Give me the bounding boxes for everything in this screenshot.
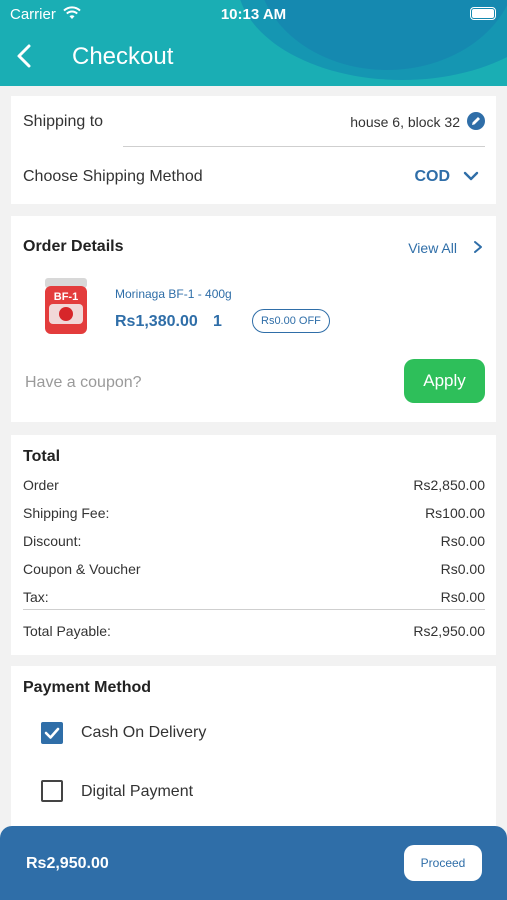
product-brand-text: BF-1 — [54, 291, 78, 303]
total-row-coupon: Coupon & Voucher Rs0.00 — [23, 561, 485, 577]
total-row-label: Coupon & Voucher — [23, 561, 141, 577]
total-row-label: Order — [23, 477, 59, 493]
shipping-method-value[interactable]: COD — [414, 168, 450, 186]
total-row-value: Rs2,850.00 — [413, 477, 485, 493]
total-row-value: Rs100.00 — [425, 505, 485, 521]
total-payable-label: Total Payable: — [23, 623, 111, 639]
footer-total: Rs2,950.00 — [26, 855, 109, 872]
totals-title: Total — [23, 448, 61, 465]
coupon-input[interactable] — [25, 368, 385, 398]
product-quantity: 1 — [213, 313, 222, 330]
page-title: Checkout — [72, 43, 174, 70]
header-bar: Carrier 10:13 AM Checkout — [0, 0, 507, 86]
checkbox-checked-icon[interactable] — [41, 722, 63, 744]
shipping-to-label: Shipping to — [23, 113, 104, 130]
back-arrow-icon[interactable] — [14, 43, 36, 69]
chevron-down-icon[interactable] — [463, 170, 479, 182]
apply-coupon-button[interactable]: Apply — [404, 359, 485, 403]
product-name[interactable]: Morinaga BF-1 - 400g — [115, 287, 232, 301]
payment-method-title: Payment Method — [23, 679, 152, 696]
total-payable-row: Total Payable: Rs2,950.00 — [23, 623, 485, 639]
battery-icon — [470, 7, 496, 20]
clock: 10:13 AM — [220, 6, 287, 23]
shipping-method-label: Choose Shipping Method — [23, 168, 203, 185]
payment-method-card: Payment Method Cash On Delivery Digital … — [11, 666, 496, 841]
proceed-button[interactable]: Proceed — [404, 845, 482, 881]
total-row-tax: Tax: Rs0.00 — [23, 589, 485, 605]
total-row-value: Rs0.00 — [440, 589, 485, 605]
order-details-card: Order Details View All BF-1 Morinaga BF-… — [11, 216, 496, 422]
view-all-link[interactable]: View All — [408, 240, 457, 256]
total-row-shipping: Shipping Fee: Rs100.00 — [23, 505, 485, 521]
total-row-order: Order Rs2,850.00 — [23, 477, 485, 493]
total-row-discount: Discount: Rs0.00 — [23, 533, 485, 549]
status-bar: Carrier 10:13 AM — [0, 0, 507, 28]
totals-card: Total Order Rs2,850.00 Shipping Fee: Rs1… — [11, 435, 496, 655]
divider — [23, 609, 485, 610]
divider — [123, 146, 485, 147]
product-price: Rs1,380.00 — [115, 313, 198, 330]
total-row-label: Discount: — [23, 533, 82, 549]
total-row-value: Rs0.00 — [440, 533, 485, 549]
total-row-label: Shipping Fee: — [23, 505, 110, 521]
total-payable-value: Rs2,950.00 — [413, 623, 485, 639]
total-row-value: Rs0.00 — [440, 561, 485, 577]
cash-on-delivery-label[interactable]: Cash On Delivery — [81, 724, 206, 742]
shipping-card: Shipping to house 6, block 32 Choose Shi… — [11, 96, 496, 204]
order-details-title: Order Details — [23, 238, 124, 255]
checkbox-empty-icon[interactable] — [41, 780, 63, 802]
discount-badge: Rs0.00 OFF — [252, 309, 330, 333]
checkout-footer: Rs2,950.00 Proceed — [0, 826, 507, 900]
digital-payment-label[interactable]: Digital Payment — [81, 783, 193, 801]
product-image: BF-1 — [45, 278, 87, 334]
edit-pencil-icon[interactable] — [467, 112, 485, 130]
total-row-label: Tax: — [23, 589, 49, 605]
shipping-address[interactable]: house 6, block 32 — [350, 114, 460, 130]
chevron-right-icon[interactable] — [472, 240, 484, 254]
